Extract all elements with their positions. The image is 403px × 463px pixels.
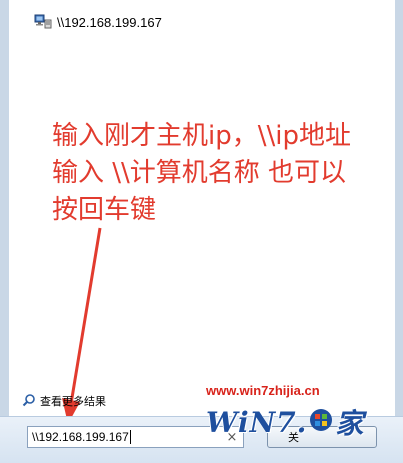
search-result-item[interactable]: \\192.168.199.167 — [34, 12, 162, 32]
win7-logo: WiN7. 家 — [206, 402, 386, 442]
annotation-line: 输入 \\计算机名称 也可以 — [52, 158, 347, 188]
network-computer-icon — [34, 14, 52, 30]
see-more-label: 查看更多结果 — [40, 395, 106, 408]
annotation-line: 输入刚才主机ip，\\ip地址 — [52, 121, 351, 151]
search-icon — [22, 392, 36, 411]
annotation-line: 按回车键 — [52, 195, 157, 225]
watermark-url: www.win7zhijia.cn — [206, 383, 320, 398]
windows-flag-icon — [309, 408, 333, 436]
see-more-results-link[interactable]: 查看更多结果 — [22, 392, 106, 410]
logo-suffix: 家 — [335, 407, 365, 440]
search-result-label: \\192.168.199.167 — [57, 14, 162, 30]
logo-text: WiN7. — [206, 405, 308, 439]
text-caret — [129, 430, 131, 444]
annotation-text: 输入刚才主机ip，\\ip地址 输入 \\计算机名称 也可以 按回车键 — [52, 118, 392, 229]
search-input-value: \\192.168.199.167 — [32, 430, 129, 444]
